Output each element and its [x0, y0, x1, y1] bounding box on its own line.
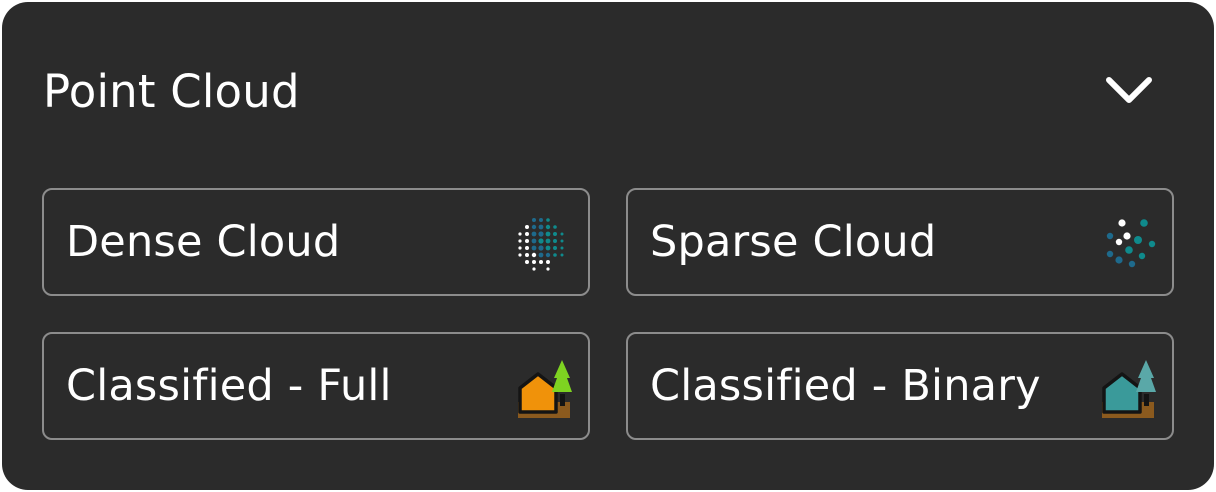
panel-header[interactable]: Point Cloud: [2, 2, 1214, 178]
classified-full-icon: [518, 360, 572, 418]
sparse-cloud-button[interactable]: Sparse Cloud: [626, 188, 1174, 296]
classified-binary-icon: [1102, 360, 1156, 418]
point-cloud-panel: Point Cloud Dense Cloud Sparse Cloud Cla…: [2, 2, 1214, 490]
sparse-cloud-icon: [1106, 219, 1156, 268]
chevron-down-icon[interactable]: [1102, 72, 1156, 108]
classified-full-label: Classified - Full: [66, 361, 392, 411]
dense-cloud-label: Dense Cloud: [66, 217, 341, 267]
dense-cloud-icon: [518, 218, 564, 271]
dense-cloud-button[interactable]: Dense Cloud: [42, 188, 590, 296]
panel-title: Point Cloud: [43, 65, 300, 118]
classified-full-button[interactable]: Classified - Full: [42, 332, 590, 440]
sparse-cloud-label: Sparse Cloud: [650, 217, 937, 267]
classified-binary-label: Classified - Binary: [650, 361, 1041, 411]
classified-binary-button[interactable]: Classified - Binary: [626, 332, 1174, 440]
